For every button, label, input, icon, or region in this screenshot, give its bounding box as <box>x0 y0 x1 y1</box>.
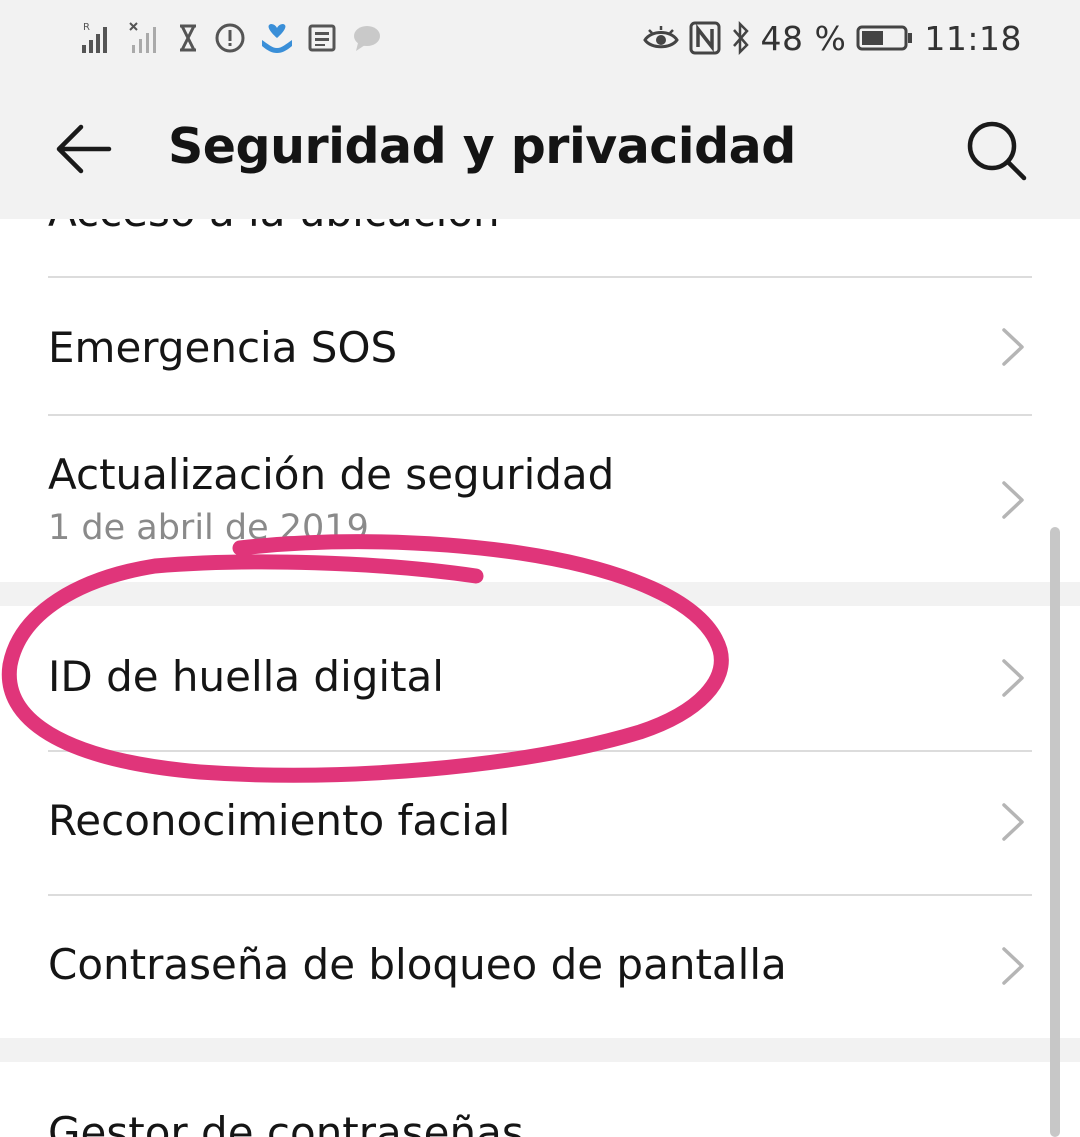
settings-card: Gestor de contraseñas <box>0 1062 1080 1137</box>
list-item-subtitle: 1 de abril de 2019 <box>48 508 369 548</box>
list-item-face-recognition[interactable]: Reconocimiento facial <box>48 752 1032 894</box>
list-item-label: Actualización de seguridad <box>48 450 615 499</box>
list-item-location-access[interactable]: Acceso a la ubicación <box>48 219 1032 277</box>
back-arrow-icon <box>56 124 112 174</box>
chevron-right-icon <box>1002 481 1024 519</box>
list-item-label: Emergencia SOS <box>48 323 398 372</box>
no-signal-icon <box>128 21 162 55</box>
list-item-label: Reconocimiento facial <box>48 796 511 845</box>
battery-percent: 48 % <box>760 18 847 58</box>
nfc-icon <box>689 21 721 55</box>
list-item-fingerprint-id[interactable]: ID de huella digital <box>48 606 1032 750</box>
list-item-label: ID de huella digital <box>48 652 444 701</box>
svg-text:R: R <box>83 22 90 33</box>
status-bar-system: 48 % 11:18 <box>642 18 1022 58</box>
signal-icon: R <box>80 21 114 55</box>
search-button[interactable] <box>960 114 1034 188</box>
news-icon <box>308 23 338 53</box>
list-item-lock-screen-password[interactable]: Contraseña de bloqueo de pantalla <box>48 896 1032 1038</box>
settings-card: Acceso a la ubicación Emergencia SOS Act… <box>0 219 1080 582</box>
bluetooth-icon <box>731 21 751 55</box>
back-button[interactable] <box>48 114 118 184</box>
status-bar-notifications: R <box>80 18 382 58</box>
chevron-right-icon <box>1002 659 1024 697</box>
app-bar: Seguridad y privacidad <box>0 78 1080 219</box>
list-item-security-update[interactable]: Actualización de seguridad 1 de abril de… <box>48 416 1032 582</box>
chevron-right-icon <box>1002 328 1024 366</box>
search-icon <box>967 121 1027 181</box>
heart-hands-icon <box>260 22 294 54</box>
page-title: Seguridad y privacidad <box>168 118 796 175</box>
chevron-right-icon <box>1002 803 1024 841</box>
battery-icon <box>856 24 914 52</box>
list-item-emergency-sos[interactable]: Emergencia SOS <box>48 278 1032 415</box>
settings-list: Acceso a la ubicación Emergencia SOS Act… <box>0 219 1080 1137</box>
chat-bubble-icon <box>352 24 382 52</box>
list-item-label: Acceso a la ubicación <box>48 219 500 236</box>
status-bar: R 48 % 11:18 <box>0 0 1080 78</box>
chevron-right-icon <box>1002 947 1024 985</box>
scrollbar[interactable] <box>1050 527 1060 1137</box>
list-item-label: Contraseña de bloqueo de pantalla <box>48 940 787 989</box>
settings-card: ID de huella digital Reconocimiento faci… <box>0 606 1080 1038</box>
list-item-password-manager[interactable]: Gestor de contraseñas <box>48 1062 1032 1137</box>
clock: 11:18 <box>924 18 1022 58</box>
eye-icon <box>642 24 679 52</box>
list-item-label: Gestor de contraseñas <box>48 1108 524 1137</box>
hourglass-icon <box>176 23 200 53</box>
alert-icon <box>214 22 246 54</box>
